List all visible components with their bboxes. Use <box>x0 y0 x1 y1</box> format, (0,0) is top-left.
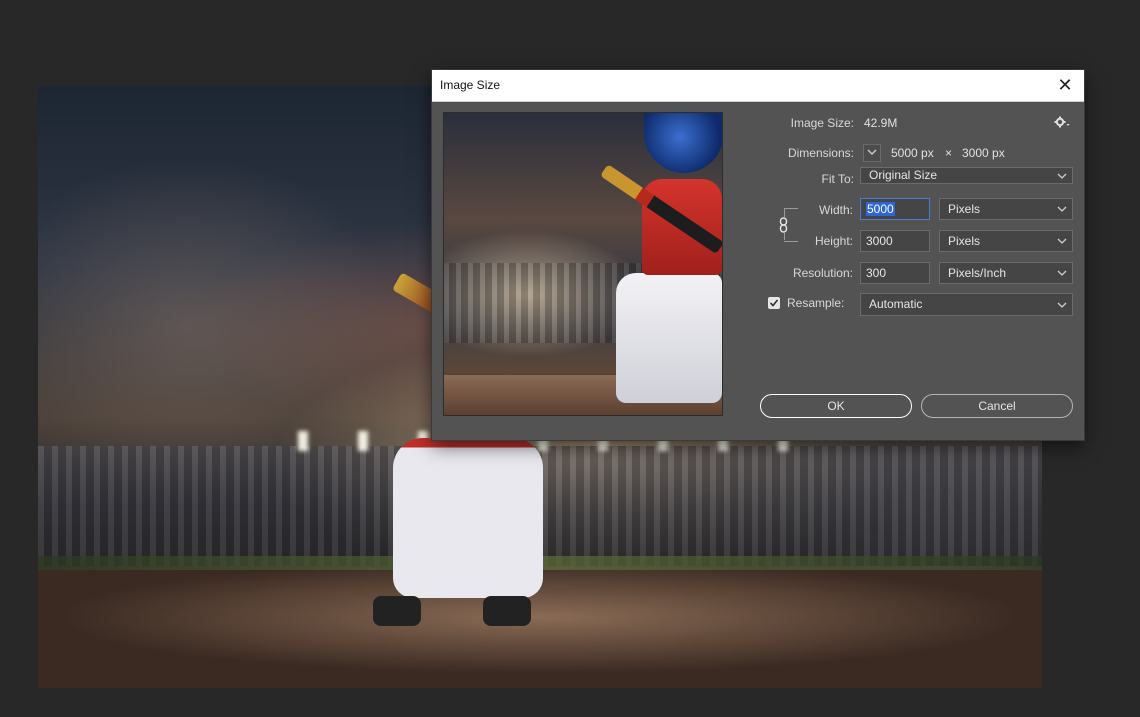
height-value: 3000 <box>866 234 893 248</box>
width-unit-value: Pixels <box>948 202 981 216</box>
resolution-input[interactable]: 300 <box>860 262 930 284</box>
fit-to-label: Fit To: <box>821 172 854 186</box>
resolution-unit-value: Pixels/Inch <box>948 266 1007 280</box>
height-label: Height: <box>814 234 853 248</box>
preview-player-pants <box>616 273 722 403</box>
dialog-titlebar[interactable]: Image Size ✕ <box>432 70 1084 102</box>
image-size-label: Image Size: <box>790 116 854 130</box>
cancel-button[interactable]: Cancel <box>921 394 1073 418</box>
gear-icon[interactable] <box>1054 116 1070 131</box>
dimensions-times: × <box>945 146 953 160</box>
width-input[interactable]: 5000 <box>860 198 930 220</box>
canvas-player-shoe-right <box>483 596 531 626</box>
fit-to-select[interactable]: Original Size <box>860 167 1073 184</box>
canvas-player-shoe-left <box>373 596 421 626</box>
height-unit-select[interactable]: Pixels <box>939 230 1073 252</box>
width-label: Width: <box>818 203 853 217</box>
chain-link-icon[interactable] <box>778 216 790 234</box>
dimensions-label: Dimensions: <box>787 146 854 160</box>
ok-button[interactable]: OK <box>760 394 912 418</box>
image-preview[interactable] <box>443 112 723 416</box>
resample-label: Resample: <box>787 296 845 310</box>
resolution-label: Resolution: <box>792 266 853 280</box>
canvas-player <box>393 438 543 598</box>
resample-value: Automatic <box>869 297 923 311</box>
resample-checkbox[interactable] <box>768 297 780 309</box>
fit-to-value: Original Size <box>869 168 938 182</box>
dimensions-height-value: 3000 px <box>962 146 1005 160</box>
preview-player-helmet <box>644 113 722 173</box>
resample-select[interactable]: Automatic <box>860 293 1073 316</box>
close-icon[interactable]: ✕ <box>1054 74 1076 96</box>
resolution-value: 300 <box>866 266 887 280</box>
chevron-down-icon[interactable] <box>863 144 881 162</box>
height-input[interactable]: 3000 <box>860 230 930 252</box>
image-size-dialog: Image Size ✕ Image Size: 42.9M Dimension… <box>432 70 1084 440</box>
width-value: 5000 <box>866 202 895 216</box>
dialog-title: Image Size <box>440 78 501 92</box>
image-size-value: 42.9M <box>864 116 898 130</box>
resolution-unit-select[interactable]: Pixels/Inch <box>939 262 1073 284</box>
dimensions-width-value: 5000 px <box>891 146 934 160</box>
width-unit-select[interactable]: Pixels <box>939 198 1073 220</box>
height-unit-value: Pixels <box>948 234 981 248</box>
